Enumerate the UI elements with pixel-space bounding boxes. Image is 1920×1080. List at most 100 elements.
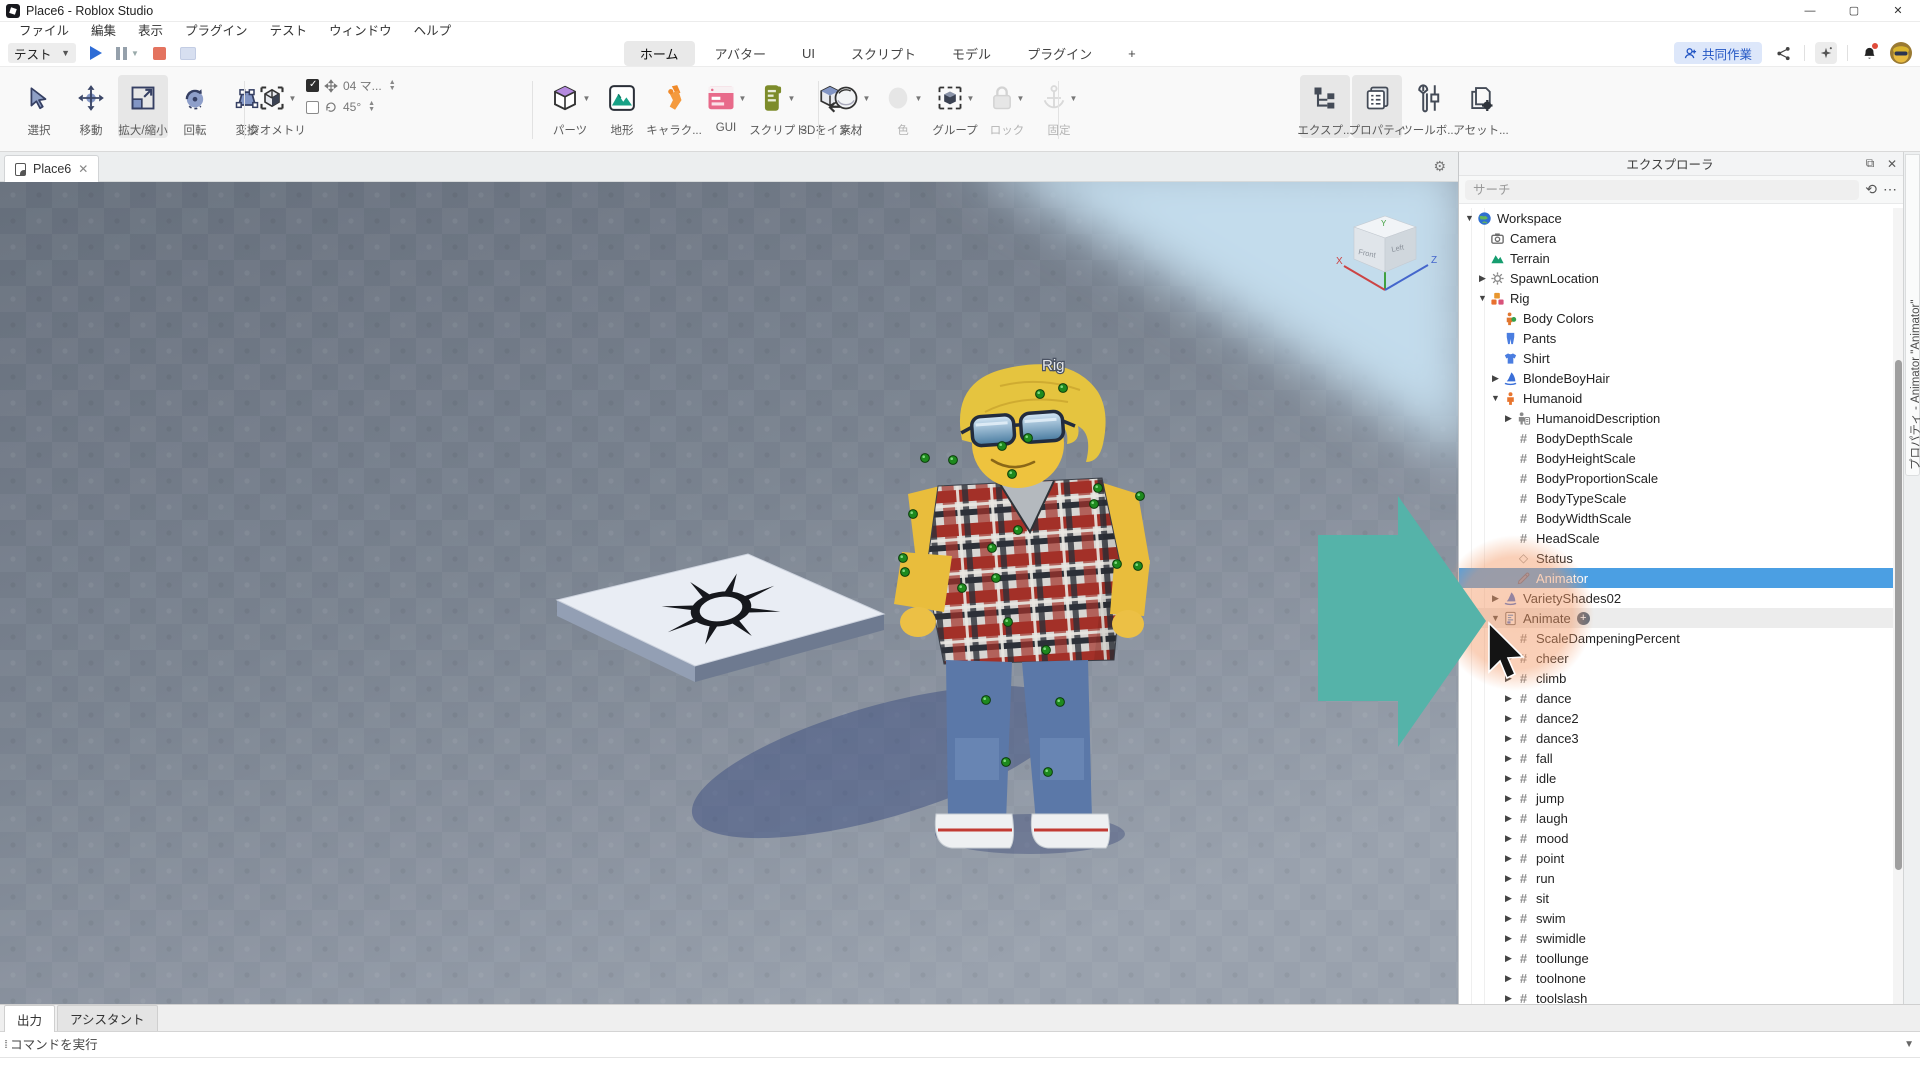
collapse-icon[interactable]: ▼ (1476, 293, 1489, 303)
ribbon-tool-移動[interactable]: 移動 (66, 75, 116, 138)
tree-item-point[interactable]: ▶#point (1459, 848, 1893, 868)
expand-icon[interactable]: ▶ (1502, 893, 1515, 904)
ribbon-tab-UI[interactable]: UI (786, 43, 831, 64)
tree-item-laugh[interactable]: ▶#laugh (1459, 808, 1893, 828)
ribbon-tab-プラグイン[interactable]: プラグイン (1011, 41, 1108, 66)
ribbon-tool-固定[interactable]: ▼固定 (1034, 75, 1084, 138)
tree-item-Body Colors[interactable]: Body Colors (1459, 308, 1893, 328)
expand-icon[interactable]: ▶ (1502, 713, 1515, 724)
bottom-tab-出力[interactable]: 出力 (4, 1005, 55, 1032)
ribbon-tool-プロパティ[interactable]: プロパティ (1352, 75, 1402, 138)
ribbon-tab-+[interactable]: + (1112, 43, 1152, 64)
gear-icon[interactable]: ⚙ (1433, 158, 1446, 175)
expand-icon[interactable]: ▶ (1502, 773, 1515, 784)
expand-icon[interactable]: ▶ (1502, 973, 1515, 984)
ribbon-tool-色[interactable]: ▼色 (878, 75, 928, 138)
menu-item-テスト[interactable]: テスト (259, 22, 319, 40)
tree-item-BodyWidthScale[interactable]: #BodyWidthScale (1459, 508, 1893, 528)
more-options-icon[interactable]: ⋯ (1883, 181, 1897, 198)
expand-icon[interactable]: ▶ (1502, 853, 1515, 864)
ribbon-tool-ツールボ...[interactable]: ツールボ... (1404, 75, 1454, 138)
close-icon[interactable]: ✕ (1881, 157, 1903, 171)
expand-icon[interactable]: ▶ (1502, 873, 1515, 884)
chevron-down-icon[interactable]: ▼ (1898, 1039, 1920, 1050)
expand-icon[interactable]: ▶ (1489, 373, 1502, 384)
ribbon-tool-パーツ[interactable]: ▼パーツ (545, 75, 595, 138)
ribbon-tab-アバター[interactable]: アバター (699, 41, 782, 66)
tree-item-Rig[interactable]: ▼Rig (1459, 288, 1893, 308)
tree-item-BlondeBoyHair[interactable]: ▶BlondeBoyHair (1459, 368, 1893, 388)
tree-item-HumanoidDescription[interactable]: ▶HumanoidDescription (1459, 408, 1893, 428)
ribbon-tool-ロック[interactable]: ▼ロック (982, 75, 1032, 138)
tree-item-Pants[interactable]: Pants (1459, 328, 1893, 348)
avatar[interactable] (1890, 42, 1912, 64)
expand-icon[interactable]: ▶ (1502, 813, 1515, 824)
tree-item-Camera[interactable]: Camera (1459, 228, 1893, 248)
ribbon-tool-ジオメトリ[interactable]: ▼ジオメトリ (252, 75, 302, 138)
record-button[interactable] (180, 47, 196, 60)
share-icon[interactable] (1772, 42, 1794, 64)
ribbon-tool-グループ[interactable]: ▼グループ (930, 75, 980, 138)
expand-icon[interactable]: ▶ (1502, 673, 1515, 684)
tree-item-Workspace[interactable]: ▼Workspace (1459, 208, 1893, 228)
float-panel-icon[interactable]: ⧉ (1859, 156, 1881, 171)
tree-item-Animate[interactable]: ▼Animate+ (1459, 608, 1893, 628)
menu-item-プラグイン[interactable]: プラグイン (174, 22, 259, 40)
scrollbar-thumb[interactable] (1895, 360, 1902, 870)
menu-item-ヘルプ[interactable]: ヘルプ (403, 22, 463, 40)
close-icon[interactable]: ✕ (78, 162, 88, 176)
tree-item-sit[interactable]: ▶#sit (1459, 888, 1893, 908)
ribbon-tool-キャラク...[interactable]: キャラク... (649, 75, 699, 138)
tree-item-HeadScale[interactable]: #HeadScale (1459, 528, 1893, 548)
tree-item-swimidle[interactable]: ▶#swimidle (1459, 928, 1893, 948)
tree-item-BodyDepthScale[interactable]: #BodyDepthScale (1459, 428, 1893, 448)
expand-icon[interactable]: ▶ (1502, 753, 1515, 764)
stepper-up-down[interactable]: ▲▼ (368, 101, 375, 113)
tree-item-Animator[interactable]: Animator (1459, 568, 1893, 588)
explorer-scrollbar[interactable] (1893, 208, 1903, 1004)
history-icon[interactable]: ⟲ (1865, 181, 1877, 198)
tree-item-Humanoid[interactable]: ▼Humanoid (1459, 388, 1893, 408)
tree-item-ScaleDampeningPercent[interactable]: #ScaleDampeningPercent (1459, 628, 1893, 648)
bottom-tab-アシスタント[interactable]: アシスタント (57, 1005, 158, 1031)
tree-item-mood[interactable]: ▶#mood (1459, 828, 1893, 848)
tree-item-BodyHeightScale[interactable]: #BodyHeightScale (1459, 448, 1893, 468)
test-mode-select[interactable]: テスト▼ (8, 43, 76, 63)
tree-item-dance2[interactable]: ▶#dance2 (1459, 708, 1893, 728)
search-input[interactable] (1465, 180, 1859, 200)
ribbon-tool-スクリプト[interactable]: ▼スクリプト (753, 75, 803, 138)
snap-rotate-checkbox[interactable] (306, 101, 319, 114)
viewport-3d[interactable]: Rig X Z Y Front Left (0, 182, 1458, 1004)
ribbon-tool-地形[interactable]: 地形 (597, 75, 647, 138)
ribbon-tool-拡大/縮小[interactable]: 拡大/縮小 (118, 75, 168, 138)
add-child-icon[interactable]: + (1577, 612, 1590, 625)
stop-button[interactable] (153, 47, 166, 60)
ribbon-tool-GUI[interactable]: ▼GUI (701, 75, 751, 138)
ribbon-tool-エクスプ...[interactable]: エクスプ... (1300, 75, 1350, 138)
tree-item-Status[interactable]: ◇Status (1459, 548, 1893, 568)
expand-icon[interactable]: ▶ (1502, 933, 1515, 944)
menu-item-ウィンドウ[interactable]: ウィンドウ (318, 22, 403, 40)
expand-icon[interactable]: ▶ (1502, 733, 1515, 744)
menu-item-編集[interactable]: 編集 (80, 22, 127, 40)
ribbon-tool-アセット...[interactable]: アセット... (1456, 75, 1506, 138)
tree-item-climb[interactable]: ▶#climb (1459, 668, 1893, 688)
tree-item-BodyTypeScale[interactable]: #BodyTypeScale (1459, 488, 1893, 508)
expand-icon[interactable]: ▶ (1502, 993, 1515, 1004)
collapse-icon[interactable]: ▼ (1463, 213, 1476, 223)
tree-item-VarietyShades02[interactable]: ▶VarietyShades02 (1459, 588, 1893, 608)
tree-item-dance[interactable]: ▶#dance (1459, 688, 1893, 708)
menu-item-表示[interactable]: 表示 (127, 22, 174, 40)
tree-item-fall[interactable]: ▶#fall (1459, 748, 1893, 768)
expand-icon[interactable]: ▶ (1502, 833, 1515, 844)
drag-handle-icon[interactable]: ⁞⁞ (0, 1039, 10, 1051)
snap-move-value[interactable]: 04 マ... (343, 77, 382, 94)
collapse-icon[interactable]: ▼ (1489, 393, 1502, 403)
expand-icon[interactable]: ▶ (1476, 273, 1489, 284)
tree-item-toolslash[interactable]: ▶#toolslash (1459, 988, 1893, 1004)
expand-icon[interactable]: ▶ (1489, 593, 1502, 604)
minimize-button[interactable]: — (1788, 0, 1832, 22)
collapse-icon[interactable]: ▼ (1489, 613, 1502, 623)
pause-button[interactable]: ▼ (116, 47, 139, 60)
document-tab-place6[interactable]: Place6 ✕ (4, 155, 99, 182)
